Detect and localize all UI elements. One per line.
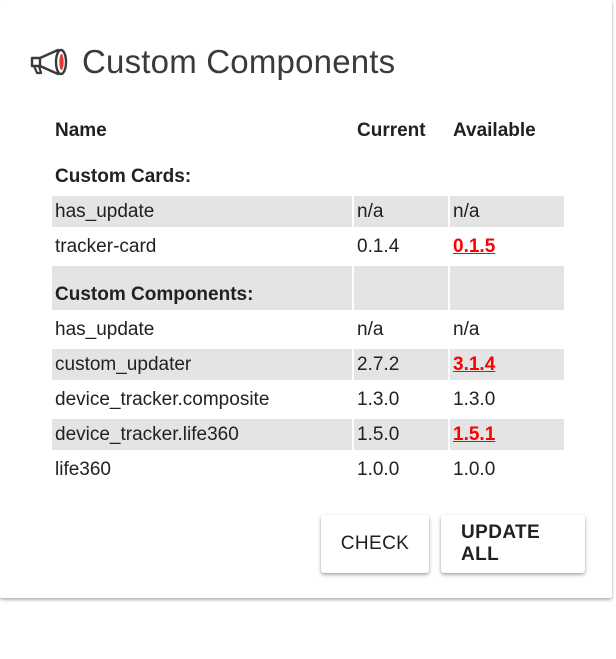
table-row: life360 1.0.0 1.0.0 xyxy=(52,454,564,485)
component-name: has_update xyxy=(55,318,155,340)
available-version: 1.3.0 xyxy=(453,388,496,410)
update-link[interactable]: 3.1.4 xyxy=(453,354,495,375)
megaphone-icon xyxy=(28,47,70,77)
table-row: has_update n/a n/a xyxy=(52,196,564,227)
available-version: 1.0.0 xyxy=(453,458,496,480)
table-header-row: Name Current Available xyxy=(52,114,564,148)
current-version: 1.5.0 xyxy=(354,419,448,450)
column-header-current: Current xyxy=(357,120,426,141)
component-name: device_tracker.composite xyxy=(55,388,270,410)
available-version: n/a xyxy=(453,318,480,340)
table-row: tracker-card 0.1.4 0.1.5 xyxy=(52,231,564,262)
card-header: Custom Components xyxy=(28,40,395,84)
table-row: custom_updater 2.7.2 3.1.4 xyxy=(52,349,564,380)
components-table: Name Current Available Custom Cards: has… xyxy=(50,110,566,489)
table-row: device_tracker.life360 1.5.0 1.5.1 xyxy=(52,419,564,450)
update-link[interactable]: 1.5.1 xyxy=(453,424,495,445)
section-header-custom-cards: Custom Cards: xyxy=(52,152,564,192)
column-header-available: Available xyxy=(453,120,536,141)
section-label: Custom Cards: xyxy=(55,166,192,187)
column-header-name: Name xyxy=(55,120,107,141)
current-version: 1.0.0 xyxy=(357,458,400,480)
check-button[interactable]: CHECK xyxy=(321,515,429,573)
current-version: 0.1.4 xyxy=(357,235,400,257)
component-name: has_update xyxy=(52,196,352,227)
current-version: 2.7.2 xyxy=(354,349,448,380)
component-name: device_tracker.life360 xyxy=(52,419,352,450)
current-version: n/a xyxy=(357,318,384,340)
current-version: n/a xyxy=(354,196,448,227)
section-header-custom-components: Custom Components: xyxy=(52,266,564,310)
section-label: Custom Components: xyxy=(52,266,352,310)
component-name: tracker-card xyxy=(55,235,157,257)
current-version: 1.3.0 xyxy=(357,388,400,410)
custom-components-card: Custom Components Name Current Available… xyxy=(0,0,612,598)
update-all-button[interactable]: UPDATE ALL xyxy=(441,515,585,573)
available-version: n/a xyxy=(450,196,564,227)
table-row: has_update n/a n/a xyxy=(52,314,564,345)
update-link[interactable]: 0.1.5 xyxy=(453,236,495,257)
card-actions: CHECK UPDATE ALL xyxy=(321,515,585,573)
component-name: custom_updater xyxy=(52,349,352,380)
component-name: life360 xyxy=(55,458,111,480)
table-row: device_tracker.composite 1.3.0 1.3.0 xyxy=(52,384,564,415)
card-title: Custom Components xyxy=(82,43,396,80)
